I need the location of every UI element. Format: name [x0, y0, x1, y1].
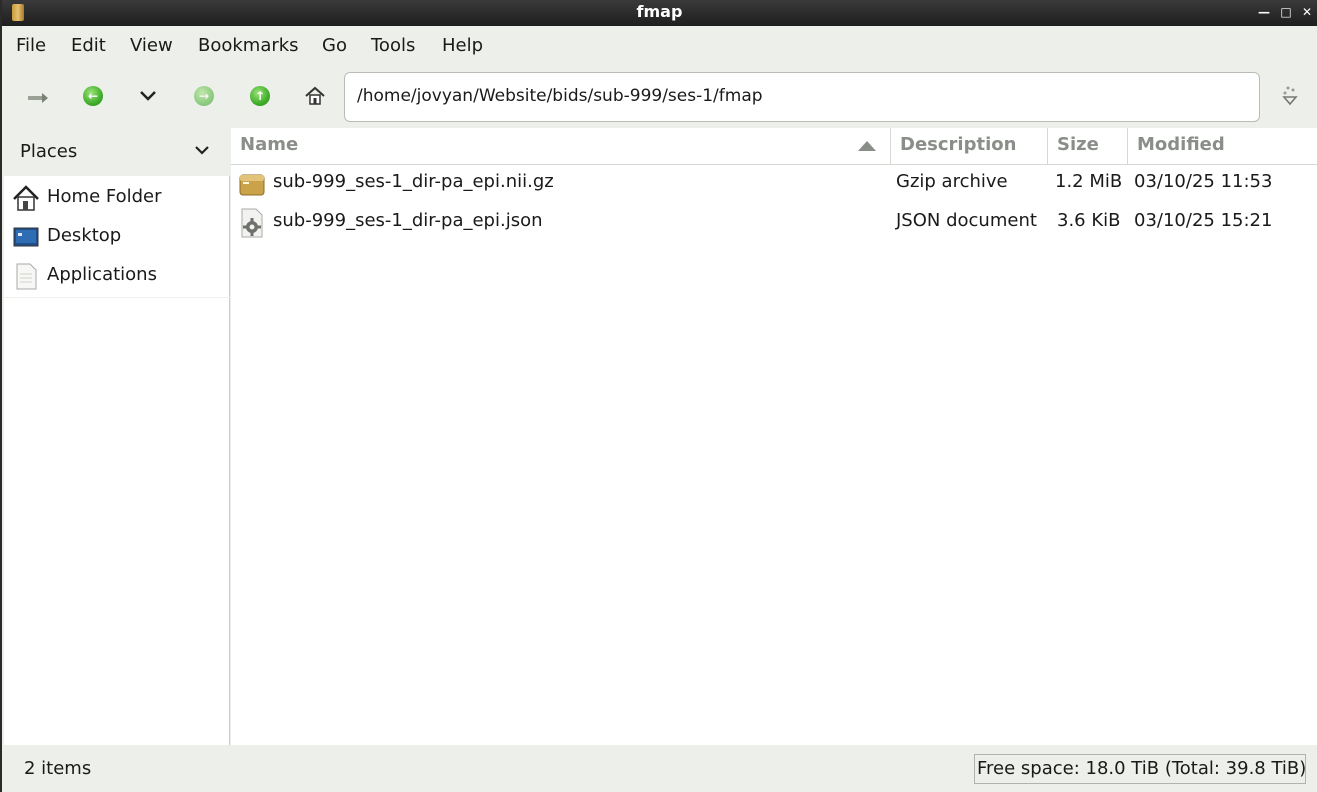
json-file-icon [241, 208, 263, 238]
minimize-button[interactable]: — [1257, 5, 1271, 19]
new-tab-icon [28, 93, 48, 103]
item-count: 2 items [24, 758, 92, 779]
go-icon [1282, 86, 1298, 106]
sidebar-item-home-folder[interactable]: Home Folder [4, 178, 230, 217]
sidebar-item-label: Desktop [47, 225, 122, 246]
parent-folder-button[interactable]: ↑ [246, 82, 274, 110]
file-modified: 03/10/25 11:53 [1134, 171, 1273, 192]
applications-icon [16, 263, 37, 290]
history-dropdown-button[interactable] [134, 82, 162, 110]
close-button[interactable]: ✕ [1300, 5, 1314, 19]
file-description: Gzip archive [896, 171, 1008, 192]
toolbar: ← → ↑ /home/jovyan/Website/bids/sub-999/… [2, 64, 1317, 128]
menu-help[interactable]: Help [442, 35, 483, 56]
file-size: 1.2 MiB [1055, 171, 1123, 192]
chevron-down-icon [195, 146, 209, 155]
free-space-indicator: Free space: 18.0 TiB (Total: 39.8 TiB) [974, 754, 1306, 784]
menu-tools[interactable]: Tools [371, 35, 415, 56]
column-header-description[interactable]: Description [891, 128, 1048, 165]
sidebar-item-applications[interactable]: Applications [4, 256, 230, 295]
back-button[interactable]: ← [79, 82, 107, 110]
sidebar-item-desktop[interactable]: Desktop [4, 217, 230, 256]
home-icon [305, 86, 325, 105]
places-label: Places [20, 141, 78, 162]
menu-bar: File Edit View Bookmarks Go Tools Help [2, 26, 1317, 64]
file-size: 3.6 KiB [1057, 210, 1121, 231]
menu-edit[interactable]: Edit [71, 35, 106, 56]
desktop-icon [13, 227, 39, 247]
file-modified: 03/10/25 15:21 [1134, 210, 1273, 231]
window-title: fmap [636, 2, 683, 21]
file-manager-window: fmap — □ ✕ File Edit View Bookmarks Go T… [0, 0, 1317, 792]
table-row[interactable]: sub-999_ses-1_dir-pa_epi.json JSON docum… [231, 204, 1317, 243]
column-header-modified[interactable]: Modified [1128, 128, 1317, 165]
column-header-name[interactable]: Name [231, 128, 891, 165]
up-arrow-icon: ↑ [250, 86, 270, 106]
file-list[interactable]: Name Description Size Modified sub-999_s… [231, 128, 1317, 745]
menu-view[interactable]: View [130, 35, 173, 56]
back-arrow-icon: ← [83, 86, 103, 106]
menu-go[interactable]: Go [322, 35, 347, 56]
column-header-size[interactable]: Size [1048, 128, 1128, 165]
sort-ascending-icon [858, 141, 876, 151]
menu-bookmarks[interactable]: Bookmarks [198, 35, 299, 56]
menu-file[interactable]: File [16, 35, 46, 56]
places-header[interactable]: Places [4, 128, 230, 176]
home-button[interactable] [301, 82, 329, 110]
title-bar[interactable]: fmap — □ ✕ [2, 0, 1317, 26]
sidebar-item-label: Home Folder [47, 186, 162, 207]
go-button[interactable] [1276, 82, 1304, 110]
file-description: JSON document [896, 210, 1037, 231]
new-tab-button[interactable] [24, 82, 52, 110]
chevron-down-icon [140, 91, 156, 101]
table-row[interactable]: sub-999_ses-1_dir-pa_epi.nii.gz Gzip arc… [231, 165, 1317, 204]
home-icon [13, 185, 39, 211]
sidebar-divider [4, 297, 230, 298]
location-bar[interactable]: /home/jovyan/Website/bids/sub-999/ses-1/… [344, 72, 1260, 122]
archive-icon [239, 174, 265, 196]
file-name: sub-999_ses-1_dir-pa_epi.nii.gz [273, 171, 554, 192]
status-bar: 2 items Free space: 18.0 TiB (Total: 39.… [2, 745, 1317, 792]
forward-arrow-icon: → [194, 86, 214, 106]
places-sidebar: Places Home Folder Desktop Applications [4, 128, 230, 745]
sidebar-item-label: Applications [47, 264, 157, 285]
file-name: sub-999_ses-1_dir-pa_epi.json [273, 210, 543, 231]
maximize-button[interactable]: □ [1279, 5, 1293, 19]
forward-button[interactable]: → [190, 82, 218, 110]
